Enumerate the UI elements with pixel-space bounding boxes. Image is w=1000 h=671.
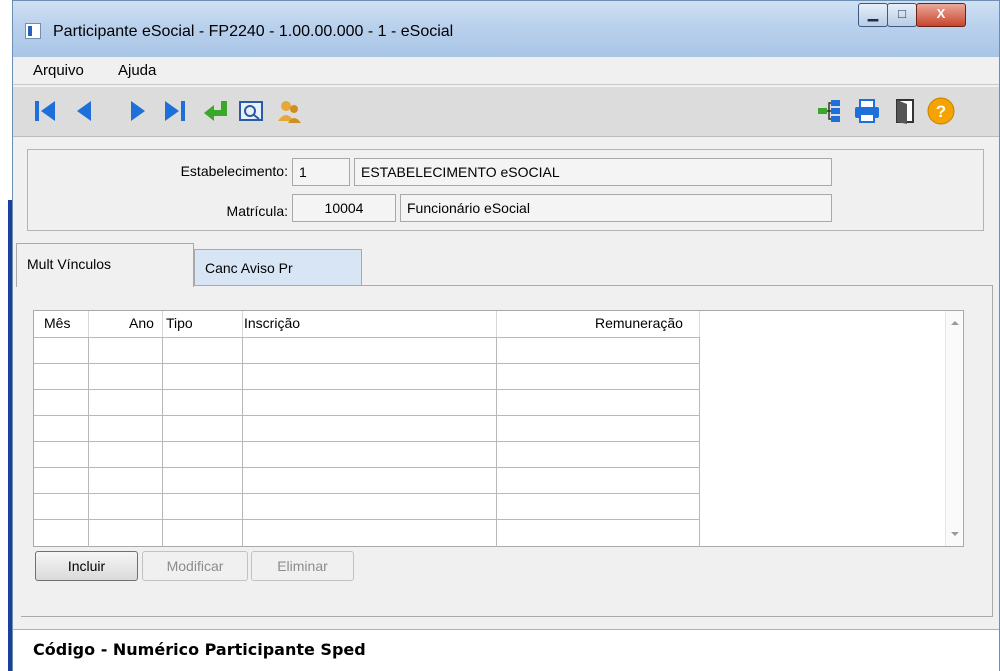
column-header-tipo[interactable]: Tipo [166,315,193,331]
main-window: Participante eSocial - FP2240 - 1.00.00.… [12,0,1000,671]
grid-scrollbar[interactable] [945,311,963,546]
grid-header: Mês Ano Tipo Inscrição Remuneração [34,311,700,337]
menu-arquivo[interactable]: Arquivo [33,62,84,79]
incluir-button[interactable]: Incluir [35,551,138,581]
eliminar-button[interactable]: Eliminar [251,551,354,581]
modificar-button[interactable]: Modificar [142,551,248,581]
previous-record-icon[interactable] [69,95,101,127]
background-window-edge [0,0,12,671]
help-glyph: ? [936,102,946,121]
users-icon[interactable] [273,95,305,127]
title-bar[interactable]: Participante eSocial - FP2240 - 1.00.00.… [13,1,999,57]
window-title: Participante eSocial - FP2240 - 1.00.00.… [53,23,454,40]
first-record-icon[interactable] [29,95,61,127]
go-to-icon[interactable] [199,95,231,127]
column-header-mes[interactable]: Mês [44,315,70,331]
close-button[interactable]: X [916,3,966,27]
maximize-button[interactable]: □ [887,3,917,27]
header-panel: Estabelecimento: 1 ESTABELECIMENTO eSOCI… [27,149,984,231]
tree-icon[interactable] [813,95,845,127]
matricula-label: Matrícula: [226,203,288,219]
search-icon[interactable] [235,95,267,127]
column-header-ano[interactable]: Ano [129,315,154,331]
menu-bar: Arquivo Ajuda [13,57,999,85]
menu-ajuda[interactable]: Ajuda [118,62,156,79]
last-record-icon[interactable] [159,95,191,127]
estabelecimento-name-field: ESTABELECIMENTO eSOCIAL [354,158,832,186]
printer-icon[interactable] [851,95,883,127]
estabelecimento-label: Estabelecimento: [180,163,288,179]
column-header-inscricao[interactable]: Inscrição [244,315,300,331]
estabelecimento-code-field[interactable]: 1 [292,158,350,186]
status-bar: Código - Numérico Participante Sped [13,629,999,671]
matricula-code-field[interactable]: 10004 [292,194,396,222]
status-text: Código - Numérico Participante Sped [33,640,366,659]
next-record-icon[interactable] [121,95,153,127]
tab-canc-aviso-pr[interactable]: Canc Aviso Pr [194,249,362,285]
scroll-up-icon[interactable] [951,321,959,325]
vinculos-grid[interactable]: Mês Ano Tipo Inscrição Remuneração [33,310,964,547]
tab-mult-vinculos[interactable]: Mult Vínculos [16,243,194,287]
app-icon [25,23,41,39]
column-header-remuneracao[interactable]: Remuneração [595,315,683,331]
matricula-name-field: Funcionário eSocial [400,194,832,222]
help-icon[interactable]: ? [925,95,957,127]
scroll-down-icon[interactable] [951,532,959,536]
toolbar: ? [13,87,999,137]
exit-door-icon[interactable] [889,95,921,127]
minimize-button[interactable]: ▁ [858,3,888,27]
